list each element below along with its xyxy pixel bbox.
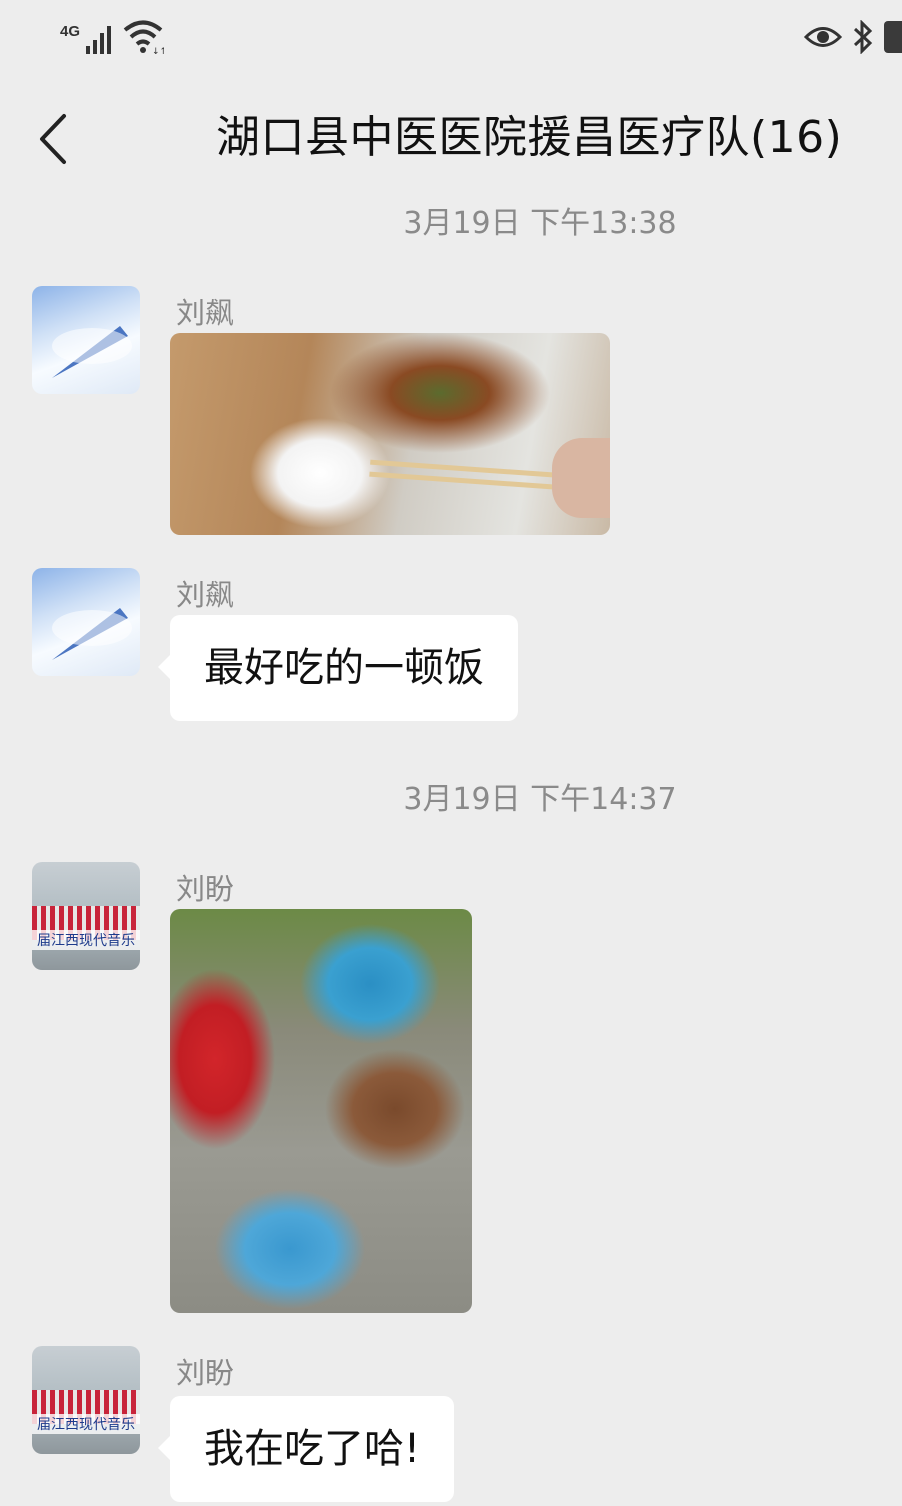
image-message-meal[interactable]: [170, 333, 610, 535]
text-message-bubble[interactable]: 最好吃的一顿饭: [158, 615, 518, 721]
status-left: 4G ↓↑: [60, 18, 164, 54]
boxed-meal-photo: [170, 333, 610, 535]
status-bar: 4G ↓↑: [0, 0, 902, 80]
svg-text:↓↑: ↓↑: [152, 47, 164, 54]
team-eating-outdoors-photo: [170, 909, 472, 1313]
chevron-left-icon: [40, 114, 66, 164]
avatar-caption: 届江西现代音乐: [32, 930, 140, 950]
text-message-bubble[interactable]: 我在吃了哈!: [157, 1396, 455, 1502]
sender-avatar[interactable]: [32, 286, 140, 394]
sender-avatar[interactable]: 届江西现代音乐: [32, 862, 140, 970]
chat-header: 湖口县中医医院援昌医疗队(16): [0, 80, 902, 200]
sender-name: 刘飙: [176, 296, 235, 330]
sender-name: 刘飙: [176, 578, 235, 612]
status-right: [804, 20, 902, 54]
sender-name: 刘盼: [176, 1356, 235, 1390]
image-message-outdoor[interactable]: [170, 909, 472, 1313]
back-button[interactable]: [24, 106, 84, 170]
sender-name: 刘盼: [176, 872, 235, 906]
chat-title: 湖口县中医医院援昌医疗队(16): [216, 112, 843, 163]
eye-icon: [804, 27, 842, 47]
network-type-label: 4G: [60, 23, 81, 40]
sender-avatar[interactable]: [32, 568, 140, 676]
message-timestamp: 3月19日 下午13:38: [403, 206, 677, 241]
wifi-icon: ↓↑: [123, 20, 164, 54]
avatar-sky-image: [52, 326, 132, 378]
sender-avatar[interactable]: 届江西现代音乐: [32, 1346, 140, 1454]
message-timestamp: 3月19日 下午14:37: [403, 782, 677, 817]
avatar-caption: 届江西现代音乐: [32, 1414, 140, 1434]
avatar-sky-image: [52, 608, 132, 660]
bluetooth-icon: [853, 20, 873, 54]
signal-icon: [86, 26, 112, 54]
battery-icon: [884, 21, 902, 53]
hand-shape: [552, 438, 610, 518]
